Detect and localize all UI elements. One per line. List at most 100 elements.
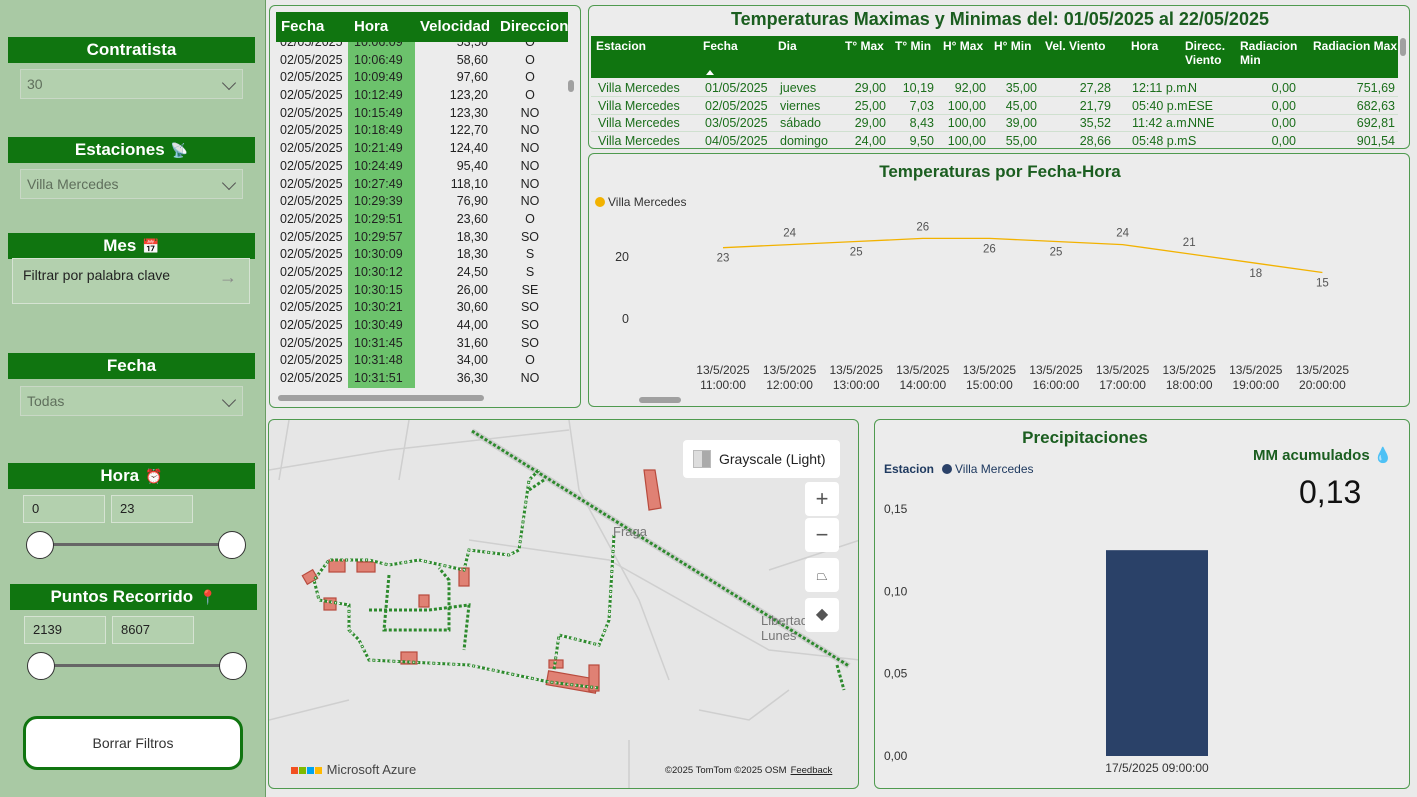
table-row[interactable]: 02/05/2025 10:29:39 76,90 NO [276,193,568,211]
hora-max-handle[interactable] [218,531,246,559]
table-cell: 10:30:49 [348,317,415,335]
compass-icon[interactable]: ◆ [805,598,839,632]
puntos-max-input[interactable]: 8607 [112,616,194,644]
route-map[interactable]: Fraga Libertador Lunes Grayscale (Light)… [268,419,859,789]
table-cell: sábado [780,116,822,130]
estaciones-dropdown[interactable]: Villa Mercedes [20,169,243,199]
table-cell: 24,00 [854,133,886,148]
table-cell: 7,03 [909,98,934,113]
column-header[interactable]: Fecha [703,39,738,53]
column-header-fecha[interactable]: Fecha [281,12,324,42]
hora-range-track[interactable] [40,543,232,546]
precip-bar[interactable] [1106,550,1208,756]
column-header[interactable]: T° Min [895,39,931,53]
column-header[interactable]: Hora [1131,39,1158,53]
table-row[interactable]: Villa Mercedes 03/05/2025 sábado 29,00 8,43 1… [591,114,1398,132]
table-cell: 55,00 [1005,133,1037,148]
column-header[interactable]: Vel. Viento [1045,39,1105,53]
sort-ascending-icon[interactable] [706,70,714,75]
keyword-filter-input[interactable]: Filtrar por palabra clave → [12,258,250,304]
hora-header: Hora ⏰ [8,463,255,489]
puntos-min-input[interactable]: 2139 [24,616,106,644]
column-header[interactable]: H° Max [943,39,983,53]
map-style-selector[interactable]: Grayscale (Light) [683,440,840,478]
vertical-scrollbar[interactable] [1400,38,1406,56]
table-cell: 58,60 [456,52,488,67]
x-tick-label: 13/5/2025 [1029,363,1083,377]
column-header[interactable]: T° Max [845,39,884,53]
puntos-max-handle[interactable] [219,652,247,680]
table-row[interactable]: 02/05/2025 10:30:12 24,50 S [276,263,568,282]
table-row[interactable]: 02/05/2025 10:30:21 30,60 SO [276,299,568,317]
horizontal-scrollbar[interactable] [278,395,484,401]
table-row[interactable]: 02/05/2025 10:15:49 123,30 NO [276,104,568,123]
column-header-direccion[interactable]: Direccion [500,12,568,42]
clear-filters-button[interactable]: Borrar Filtros [23,716,243,770]
table-cell: 02/05/2025 [280,123,343,138]
table-row[interactable]: 02/05/2025 10:27:49 118,10 NO [276,175,568,194]
hora-min-handle[interactable] [26,531,54,559]
column-header[interactable]: Radiacion Min [1240,39,1300,67]
chevron-down-icon [221,175,237,191]
table-row[interactable]: 02/05/2025 10:29:51 23,60 O [276,210,568,229]
table-row[interactable]: 02/05/2025 10:18:49 122,70 NO [276,122,568,141]
chevron-down-icon [221,392,237,408]
contratista-dropdown[interactable]: 30 [20,69,243,99]
table-row[interactable]: 02/05/2025 10:31:45 31,60 SO [276,334,568,353]
table-row[interactable]: 02/05/2025 10:30:15 26,00 SE [276,281,568,300]
table-cell: SO [520,229,540,244]
tilt-icon[interactable]: ⏢ [805,558,839,592]
zoom-in-button[interactable]: + [805,482,839,516]
y-tick-label: 0,00 [884,749,908,763]
column-header[interactable]: Estacion [596,39,646,53]
column-header-velocidad[interactable]: Velocidad [420,12,490,42]
table-cell: 02/05/2025 [705,98,768,113]
hora-min-input[interactable]: 0 [23,495,105,523]
table-cell: 0,00 [1271,98,1296,113]
column-header[interactable]: Dia [778,39,797,53]
feedback-link[interactable]: Feedback [791,765,833,776]
table-row[interactable]: 02/05/2025 10:31:48 34,00 O [276,352,568,371]
table-row[interactable]: 02/05/2025 10:29:57 18,30 SO [276,228,568,247]
column-header[interactable]: Radiacion Max [1313,39,1397,53]
data-label: 23 [717,253,730,265]
table-row[interactable]: Villa Mercedes 01/05/2025 jueves 29,00 10,19… [591,79,1398,97]
x-tick-label: 13/5/2025 [1296,363,1350,377]
table-row[interactable]: 02/05/2025 10:12:49 123,20 O [276,87,568,105]
table-row[interactable]: 02/05/2025 10:21:49 124,40 NO [276,140,568,158]
table-cell: NO [520,105,540,120]
table-cell: 123,30 [449,105,488,120]
data-label: 26 [916,221,929,233]
table-cell: 02/05/2025 [280,229,343,244]
table-row[interactable]: 02/05/2025 10:30:49 44,00 SO [276,317,568,335]
table-row[interactable]: 02/05/2025 10:31:51 36,30 NO [276,370,568,388]
table-cell: 24,50 [456,264,488,279]
table-row[interactable]: Villa Mercedes 04/05/2025 domingo 24,00 9,50… [591,132,1398,149]
puntos-range-track[interactable] [41,664,233,667]
column-header[interactable]: Direcc. Viento [1185,39,1229,67]
series-line[interactable] [722,237,1323,274]
table-cell: 123,20 [449,88,488,103]
table-row[interactable]: 02/05/2025 10:24:49 95,40 NO [276,157,568,176]
table-row[interactable]: 02/05/2025 10:06:09 53,50 O [276,42,568,52]
y-tick-label: 0,05 [884,667,908,681]
table-cell: Villa Mercedes [598,81,680,95]
table-cell: 53,50 [456,42,488,49]
puntos-min-handle[interactable] [27,652,55,680]
table-row[interactable]: Villa Mercedes 02/05/2025 viernes 25,00 7,03… [591,97,1398,115]
table-cell: 122,70 [449,123,488,138]
vertical-scrollbar[interactable] [568,80,574,92]
y-tick-label: 0,15 [884,502,908,516]
x-tick-label: 13/5/2025 [1096,363,1150,377]
hora-max-input[interactable]: 23 [111,495,193,523]
horizontal-scrollbar[interactable] [639,397,681,403]
table-row[interactable]: 02/05/2025 10:06:49 58,60 O [276,51,568,70]
table-cell: NO [520,141,540,156]
table-row[interactable]: 02/05/2025 10:30:09 18,30 S [276,246,568,264]
column-header-hora[interactable]: Hora [354,12,388,42]
zoom-out-button[interactable]: − [805,518,839,552]
column-header[interactable]: H° Min [994,39,1031,53]
fecha-dropdown[interactable]: Todas [20,386,243,416]
table-row[interactable]: 02/05/2025 10:09:49 97,60 O [276,69,568,88]
arrow-right-icon[interactable]: → [219,267,237,288]
